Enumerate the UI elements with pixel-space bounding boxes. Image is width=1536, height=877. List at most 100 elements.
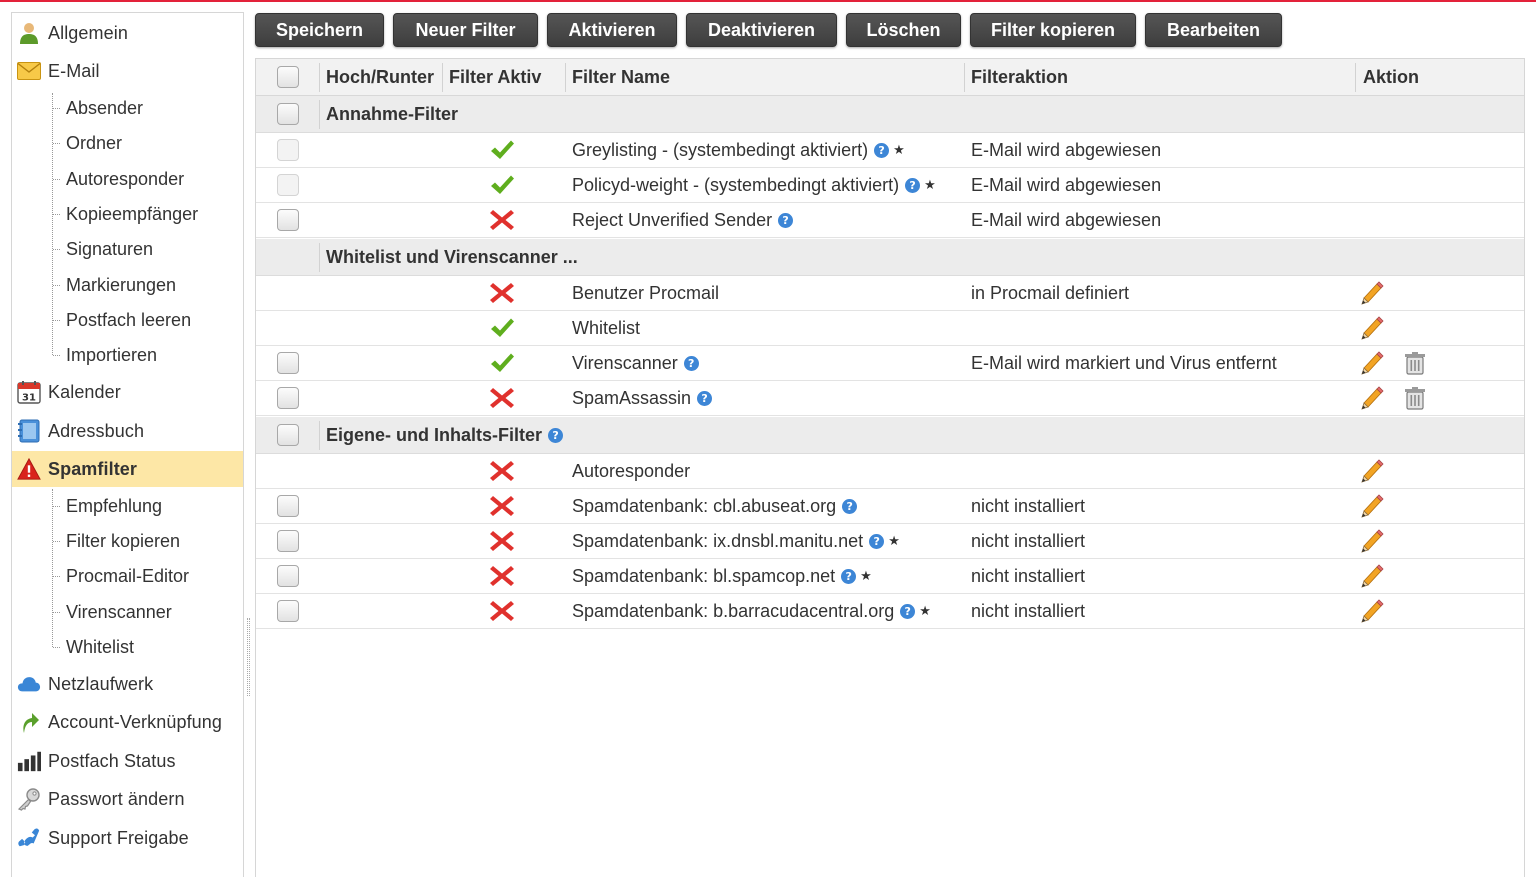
inactive-cross-icon [489, 529, 515, 553]
table-row[interactable]: Greylisting - (systembedingt aktiviert)?… [256, 133, 1524, 168]
sidebar-subitem-signaturen[interactable]: Signaturen [12, 232, 243, 266]
help-icon[interactable]: ? [869, 533, 885, 549]
filter-action-text: E-Mail wird abgewiesen [971, 174, 1162, 195]
sidebar-subitem-virenscanner[interactable]: Virenscanner [12, 595, 243, 629]
column-divider [442, 63, 443, 92]
column-header-updown[interactable]: Hoch/Runter [326, 59, 434, 95]
filter-action-text: E-Mail wird markiert und Virus entfernt [971, 352, 1277, 373]
table-row[interactable]: Whitelist [256, 311, 1524, 346]
group-row-whitelist-virenscanner[interactable]: Whitelist und Virenscanner ... [256, 239, 1524, 276]
group-row-eigene-inhalts-filter[interactable]: Eigene- und Inhalts-Filter? [256, 417, 1524, 454]
group-checkbox[interactable] [277, 103, 299, 125]
sidebar-subitem-ordner[interactable]: Ordner [12, 126, 243, 160]
envelope-icon [17, 59, 41, 83]
table-row[interactable]: Spamdatenbank: ix.dnsbl.manitu.net? ★ nic… [256, 524, 1524, 559]
calendar-day-text: 31 [22, 393, 36, 404]
table-row[interactable]: Reject Unverified Sender? E-Mail wird ab… [256, 203, 1524, 238]
edit-pencil-icon[interactable] [1360, 564, 1386, 588]
sidebar-subitem-empfehlung[interactable]: Empfehlung [12, 489, 243, 523]
sidebar-item-email[interactable]: E-Mail [12, 53, 243, 89]
table-row[interactable]: Spamdatenbank: bl.spamcop.net? ★ nicht in… [256, 559, 1524, 594]
sidebar-item-account-verknuepfung[interactable]: Account-Verknüpfung [12, 704, 243, 740]
sidebar-item-label: Account-Verknüpfung [48, 711, 223, 732]
row-checkbox[interactable] [277, 387, 299, 409]
sidebar-subitem-procmail-editor[interactable]: Procmail-Editor [12, 559, 243, 593]
help-icon[interactable]: ? [548, 427, 564, 443]
sidebar-item-support-freigabe[interactable]: Support Freigabe [12, 820, 243, 856]
table-row[interactable]: Spamdatenbank: cbl.abuseat.org? nicht in… [256, 489, 1524, 524]
trash-icon[interactable] [1404, 351, 1426, 375]
sidebar-subitem-filter-kopieren[interactable]: Filter kopieren [12, 524, 243, 558]
edit-pencil-icon[interactable] [1360, 351, 1386, 375]
help-icon[interactable]: ? [697, 390, 713, 406]
sidebar-subitem-postfach-leeren[interactable]: Postfach leeren [12, 303, 243, 337]
help-icon[interactable]: ? [842, 498, 858, 514]
help-icon[interactable]: ? [905, 177, 921, 193]
column-header-active[interactable]: Filter Aktiv [449, 59, 541, 95]
edit-pencil-icon[interactable] [1360, 316, 1386, 340]
sidebar-subitem-absender[interactable]: Absender [12, 91, 243, 125]
sidebar-subitem-markierungen[interactable]: Markierungen [12, 268, 243, 302]
sidebar-subitem-label: Kopieempfänger [66, 203, 199, 224]
filter-action-text: E-Mail wird abgewiesen [971, 139, 1162, 160]
edit-pencil-icon[interactable] [1360, 494, 1386, 518]
select-all-checkbox[interactable] [277, 66, 299, 88]
sidebar-item-kalender[interactable]: 31 Kalender [12, 374, 243, 410]
help-icon[interactable]: ? [900, 603, 916, 619]
activate-button[interactable]: Aktivieren [547, 13, 677, 47]
row-checkbox[interactable] [277, 530, 299, 552]
panel-resize-handle[interactable] [247, 618, 250, 696]
sidebar-item-label: Adressbuch [48, 420, 145, 441]
edit-pencil-icon[interactable] [1360, 529, 1386, 553]
save-button[interactable]: Speichern [255, 13, 384, 47]
filter-action-text: nicht installiert [971, 530, 1086, 551]
group-row-annahme-filter[interactable]: Annahme-Filter [256, 96, 1524, 133]
column-header-filteraction[interactable]: Filteraktion [971, 59, 1068, 95]
trash-icon[interactable] [1404, 386, 1426, 410]
filter-action-text: E-Mail wird abgewiesen [971, 209, 1162, 230]
sidebar-subitem-autoresponder[interactable]: Autoresponder [12, 162, 243, 196]
help-icon[interactable]: ? [683, 355, 699, 371]
help-icon[interactable]: ? [841, 568, 857, 584]
copy-filter-button[interactable]: Filter kopieren [970, 13, 1136, 47]
edit-button[interactable]: Bearbeiten [1145, 13, 1282, 47]
help-icon[interactable]: ? [778, 212, 794, 228]
column-divider [964, 63, 965, 92]
column-header-name[interactable]: Filter Name [572, 59, 670, 95]
table-row[interactable]: Autoresponder [256, 454, 1524, 489]
edit-pencil-icon[interactable] [1360, 281, 1386, 305]
delete-button[interactable]: Löschen [846, 13, 961, 47]
row-checkbox[interactable] [277, 495, 299, 517]
table-row[interactable]: SpamAssassin? [256, 381, 1524, 416]
row-checkbox[interactable] [277, 600, 299, 622]
sidebar-item-passwort-aendern[interactable]: Passwort ändern [12, 781, 243, 817]
sidebar-item-adressbuch[interactable]: Adressbuch [12, 413, 243, 449]
filter-name: Policyd-weight - (systembedingt aktivier… [572, 174, 900, 195]
sidebar-item-spamfilter[interactable]: Spamfilter [12, 451, 243, 487]
new-filter-button[interactable]: Neuer Filter [393, 13, 538, 47]
sidebar-item-postfach-status[interactable]: Postfach Status [12, 743, 243, 779]
edit-pencil-icon[interactable] [1360, 599, 1386, 623]
sidebar-item-netzlaufwerk[interactable]: Netzlaufwerk [12, 666, 243, 702]
edit-pencil-icon[interactable] [1360, 386, 1386, 410]
table-row[interactable]: Benutzer Procmail in Procmail definiert [256, 276, 1524, 311]
table-row[interactable]: Spamdatenbank: b.barracudacentral.org? ★ … [256, 594, 1524, 629]
edit-pencil-icon[interactable] [1360, 459, 1386, 483]
sidebar-subitem-whitelist[interactable]: Whitelist [12, 630, 243, 664]
key-icon [17, 787, 41, 811]
filter-name: Autoresponder [572, 460, 691, 481]
row-checkbox[interactable] [277, 352, 299, 374]
sidebar-subitem-importieren[interactable]: Importieren [12, 338, 243, 372]
column-header-action[interactable]: Aktion [1363, 59, 1419, 95]
row-checkbox[interactable] [277, 565, 299, 587]
table-row[interactable]: Virenscanner? E-Mail wird markiert und V… [256, 346, 1524, 381]
deactivate-button[interactable]: Deaktivieren [686, 13, 837, 47]
row-checkbox[interactable] [277, 209, 299, 231]
inactive-cross-icon [489, 564, 515, 588]
sidebar-subitem-label: Virenscanner [66, 601, 172, 622]
sidebar-subitem-kopieempfaenger[interactable]: Kopieempfänger [12, 197, 243, 231]
sidebar-item-allgemein[interactable]: Allgemein [12, 15, 243, 51]
help-icon[interactable]: ? [874, 142, 890, 158]
group-checkbox[interactable] [277, 424, 299, 446]
table-row[interactable]: Policyd-weight - (systembedingt aktivier… [256, 168, 1524, 203]
